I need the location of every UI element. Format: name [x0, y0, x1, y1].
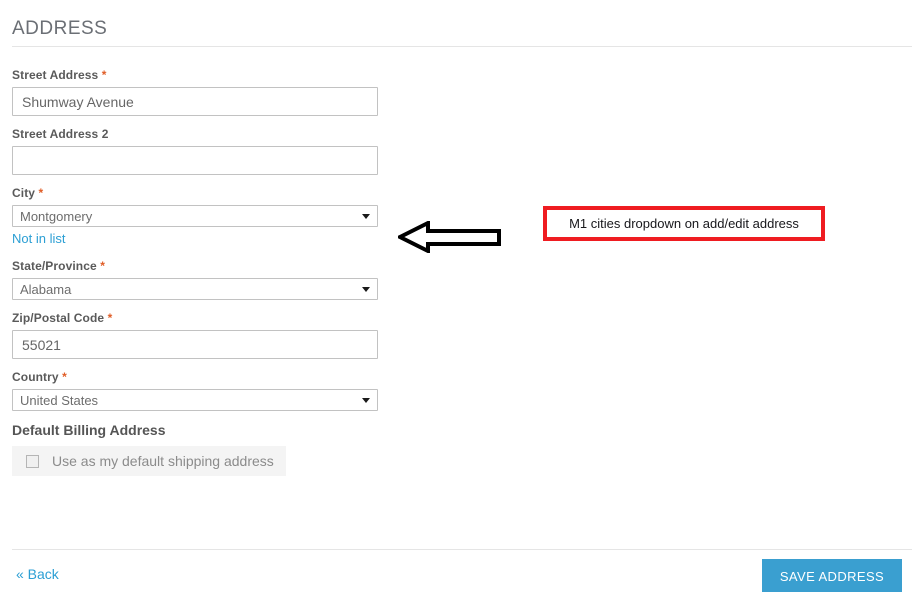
label-street-address-text: Street Address: [12, 68, 99, 82]
annotation-callout-text: M1 cities dropdown on add/edit address: [569, 216, 799, 231]
field-street-address-2: Street Address 2: [12, 127, 392, 175]
city-select-value: Montgomery: [20, 209, 93, 224]
country-select-value: United States: [20, 393, 99, 408]
zip-postal-code-input[interactable]: [12, 330, 378, 359]
field-street-address: Street Address *: [12, 68, 392, 116]
field-state-province: State/Province * Alabama: [12, 259, 392, 300]
default-billing-subtitle: Default Billing Address: [12, 422, 166, 438]
annotation-arrow-icon: [398, 221, 501, 253]
field-zip-postal-code: Zip/Postal Code *: [12, 311, 392, 359]
label-state-province: State/Province *: [12, 259, 392, 273]
title-divider: [12, 46, 912, 47]
state-province-select-value: Alabama: [20, 282, 72, 297]
label-city-text: City: [12, 186, 36, 200]
field-city: City * Montgomery Not in list: [12, 186, 392, 248]
label-zip-postal-code: Zip/Postal Code *: [12, 311, 392, 325]
label-street-address-2-text: Street Address 2: [12, 127, 109, 141]
default-shipping-checkbox-row[interactable]: Use as my default shipping address: [12, 446, 286, 476]
label-state-province-text: State/Province: [12, 259, 97, 273]
label-street-address-2: Street Address 2: [12, 127, 392, 141]
required-asterisk: *: [107, 311, 113, 325]
street-address-input[interactable]: [12, 87, 378, 116]
page-title: ADDRESS: [12, 18, 108, 39]
required-asterisk: *: [101, 68, 107, 82]
label-street-address: Street Address *: [12, 68, 392, 82]
city-select[interactable]: Montgomery: [12, 205, 378, 227]
not-in-list-link[interactable]: Not in list: [12, 231, 65, 246]
checkbox-icon[interactable]: [26, 454, 39, 468]
address-form: Street Address * Street Address 2 City *…: [12, 68, 392, 476]
label-zip-postal-code-text: Zip/Postal Code: [12, 311, 105, 325]
required-asterisk: *: [100, 259, 105, 273]
chevron-down-icon: [362, 287, 370, 292]
save-address-button[interactable]: SAVE ADDRESS: [762, 559, 902, 592]
label-country-text: Country: [12, 370, 59, 384]
required-asterisk: *: [62, 370, 67, 384]
label-country: Country *: [12, 370, 392, 384]
annotation-callout-box: M1 cities dropdown on add/edit address: [543, 206, 825, 241]
chevron-down-icon: [362, 214, 370, 219]
chevron-down-icon: [362, 398, 370, 403]
street-address-2-input[interactable]: [12, 146, 378, 175]
footer-divider: [12, 549, 912, 550]
field-country: Country * United States: [12, 370, 392, 411]
state-province-select[interactable]: Alabama: [12, 278, 378, 300]
required-asterisk: *: [38, 186, 44, 200]
default-shipping-checkbox-label: Use as my default shipping address: [52, 453, 274, 469]
country-select[interactable]: United States: [12, 389, 378, 411]
label-city: City *: [12, 186, 392, 200]
back-link[interactable]: « Back: [16, 566, 59, 582]
